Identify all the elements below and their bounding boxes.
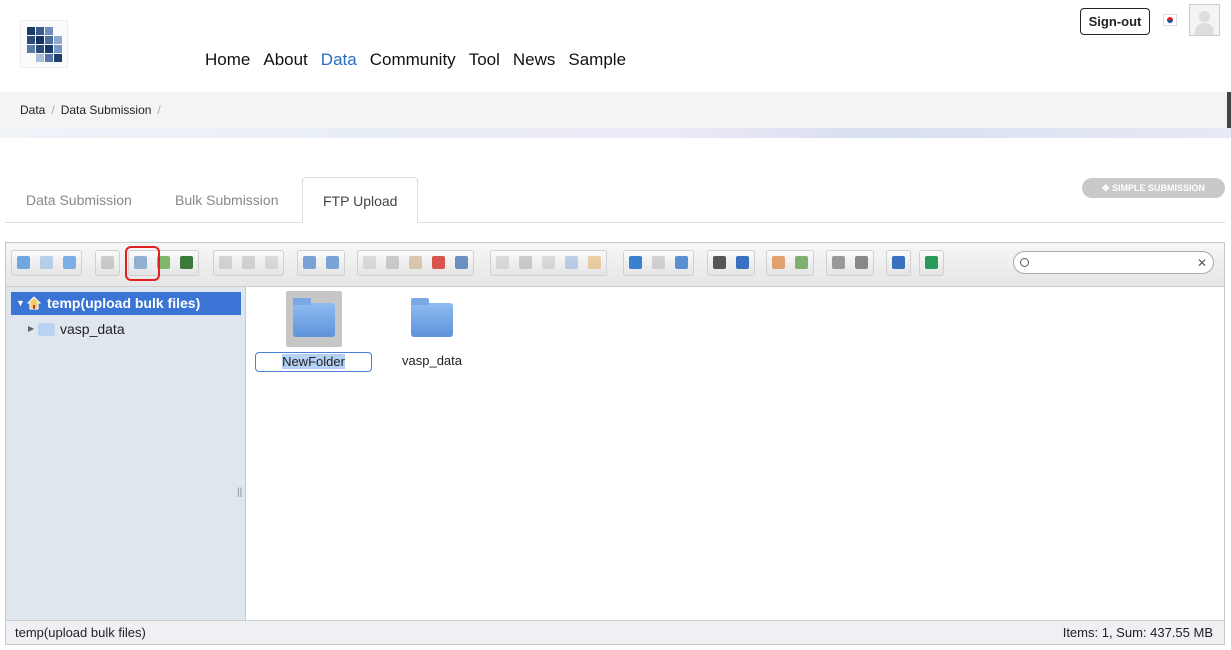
save-icon[interactable]	[175, 251, 198, 275]
toolbar-group-history	[297, 250, 345, 276]
toolbar-group-edit	[213, 250, 284, 276]
extract-icon[interactable]	[560, 251, 583, 275]
rename-input-value: NewFolder	[282, 354, 345, 369]
file-list-pane: NewFolder vasp_data	[247, 287, 1224, 620]
icons-view-icon[interactable]	[624, 251, 647, 275]
scroll-edge	[1227, 92, 1231, 138]
tree-expand-arrow-icon[interactable]: ▼	[16, 292, 25, 315]
tab-data-submission[interactable]: Data Submission	[26, 177, 132, 223]
toolbar-group-help	[886, 250, 911, 276]
up-icon[interactable]	[58, 251, 81, 275]
korean-flag-icon[interactable]	[1163, 14, 1177, 26]
tree-collapse-arrow-icon[interactable]: ▶	[28, 319, 34, 339]
avatar[interactable]	[1189, 4, 1220, 36]
sign-out-button[interactable]: Sign-out	[1080, 8, 1150, 35]
back-icon[interactable]	[12, 251, 35, 275]
file-thumb	[285, 291, 342, 347]
nav-home[interactable]: Home	[205, 50, 250, 70]
compress-icon[interactable]	[850, 251, 873, 275]
tile-view-icon[interactable]	[670, 251, 693, 275]
toolbar-group-view	[623, 250, 694, 276]
edit-icon[interactable]	[827, 251, 850, 275]
home-folder-icon	[27, 296, 41, 310]
redo-icon[interactable]	[321, 251, 344, 275]
highlight-marker	[125, 246, 160, 281]
copy-icon[interactable]	[358, 251, 381, 275]
toolbar-group-nav	[11, 250, 82, 276]
status-bar: temp(upload bulk files) Items: 1, Sum: 4…	[6, 620, 1224, 644]
rename-input[interactable]: NewFolder	[255, 352, 372, 372]
file-thumb	[404, 291, 460, 347]
nav-sample[interactable]: Sample	[568, 50, 626, 70]
forward-icon[interactable]	[35, 251, 58, 275]
breadcrumb-separator: /	[51, 103, 55, 117]
tree-root-label: temp(upload bulk files)	[47, 295, 201, 311]
toolbar-group-tools	[490, 250, 607, 276]
folder-tree: ▼ temp(upload bulk files) ▶ vasp_data ||	[6, 287, 246, 620]
select-icon[interactable]	[260, 251, 283, 275]
toolbar-group-misc	[826, 250, 874, 276]
file-item-newfolder[interactable]: NewFolder	[251, 291, 376, 372]
tab-ftp-upload[interactable]: FTP Upload	[302, 177, 419, 223]
save-as-icon[interactable]	[237, 251, 260, 275]
fullscreen-icon[interactable]	[920, 251, 943, 275]
paste-icon[interactable]	[404, 251, 427, 275]
pane-splitter[interactable]: ||	[237, 487, 242, 498]
toolbar-group-fullscreen	[919, 250, 944, 276]
breadcrumb-bar: Data / Data Submission /	[0, 92, 1231, 138]
tree-item-vasp-data[interactable]: ▶ vasp_data	[26, 319, 125, 339]
status-path: temp(upload bulk files)	[15, 625, 146, 640]
resize-icon[interactable]	[790, 251, 813, 275]
nav-community[interactable]: Community	[370, 50, 456, 70]
toolbar-group-home	[95, 250, 120, 276]
folder-icon	[292, 298, 335, 337]
nav-news[interactable]: News	[513, 50, 556, 70]
file-manager: ✕ ▼ temp(upload bulk files) ▶ vasp_data …	[5, 242, 1225, 645]
help-icon[interactable]	[887, 251, 910, 275]
breadcrumb-separator: /	[157, 103, 161, 117]
search-input[interactable]: ✕	[1013, 251, 1214, 274]
simple-submission-label: SIMPLE SUBMISSION	[1112, 183, 1206, 193]
tree-item-label: vasp_data	[60, 321, 125, 337]
folder-icon	[38, 323, 55, 336]
toolbar-group-info	[707, 250, 755, 276]
list-view-icon[interactable]	[647, 251, 670, 275]
nav-tool[interactable]: Tool	[469, 50, 500, 70]
file-item-vasp-data[interactable]: vasp_data	[397, 291, 467, 368]
toolbar-group-clipboard	[357, 250, 474, 276]
select-all-icon[interactable]	[514, 251, 537, 275]
search-icon	[1020, 258, 1029, 267]
breadcrumb-data[interactable]: Data	[20, 103, 45, 117]
file-label: vasp_data	[402, 353, 462, 368]
sort-icon[interactable]	[767, 251, 790, 275]
move-icon: ✥	[1101, 183, 1113, 193]
open-icon[interactable]	[214, 251, 237, 275]
rename-icon[interactable]	[537, 251, 560, 275]
preview-icon[interactable]	[708, 251, 731, 275]
delete-icon[interactable]	[427, 251, 450, 275]
cut-icon[interactable]	[381, 251, 404, 275]
tab-bulk-submission[interactable]: Bulk Submission	[175, 177, 279, 223]
home-icon[interactable]	[96, 251, 119, 275]
breadcrumb: Data / Data Submission /	[20, 103, 161, 117]
site-logo[interactable]	[20, 20, 68, 68]
file-manager-toolbar: ✕	[6, 243, 1224, 287]
status-summary: Items: 1, Sum: 437.55 MB	[1062, 625, 1213, 640]
tree-root-item[interactable]: ▼ temp(upload bulk files)	[11, 292, 241, 315]
info-icon[interactable]	[731, 251, 754, 275]
main-nav: Home About Data Community Tool News Samp…	[205, 50, 639, 70]
submission-tabs: Data Submission Bulk Submission FTP Uplo…	[5, 177, 1225, 223]
simple-submission-button[interactable]: ✥ SIMPLE SUBMISSION	[1082, 178, 1225, 198]
breadcrumb-data-submission[interactable]: Data Submission	[61, 103, 152, 117]
undo-icon[interactable]	[298, 251, 321, 275]
duplicate-icon[interactable]	[491, 251, 514, 275]
nav-data[interactable]: Data	[321, 50, 357, 70]
clear-search-icon[interactable]: ✕	[1197, 256, 1207, 270]
archive-icon[interactable]	[583, 251, 606, 275]
toolbar-group-sort	[766, 250, 814, 276]
folder-icon	[411, 298, 453, 337]
empty-icon[interactable]	[450, 251, 473, 275]
nav-about[interactable]: About	[263, 50, 307, 70]
